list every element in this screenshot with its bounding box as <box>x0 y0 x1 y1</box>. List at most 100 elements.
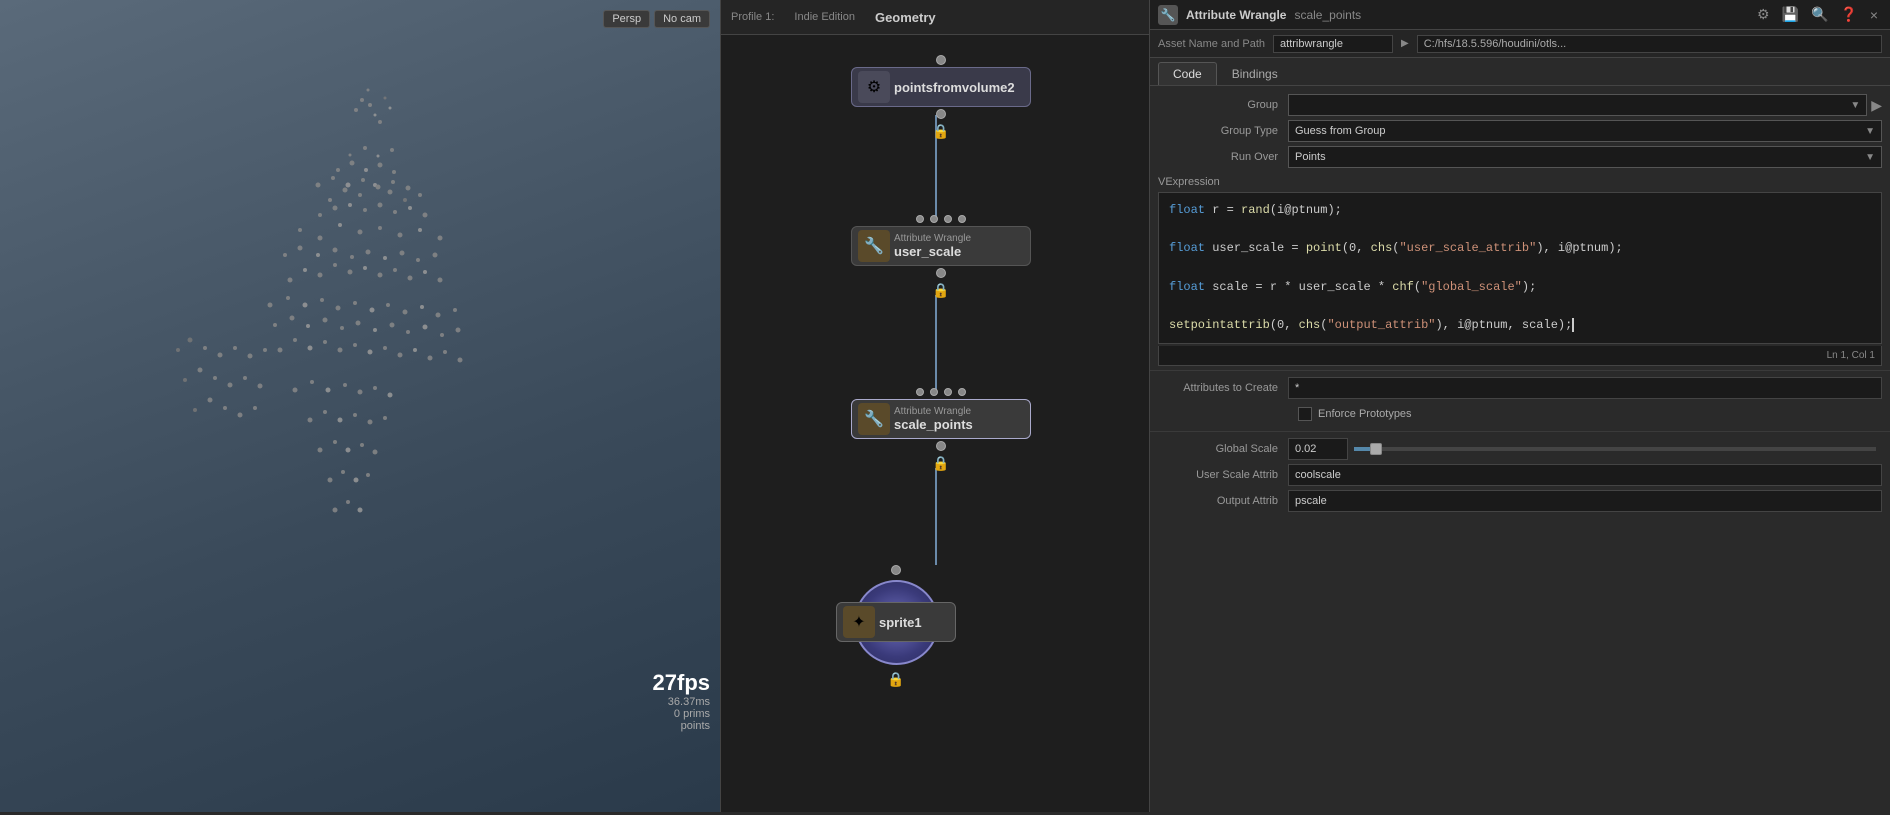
node-output-connector <box>936 441 946 451</box>
output-attrib-row: Output Attrib <box>1150 488 1890 514</box>
rph-node-name: scale_points <box>1294 8 1361 22</box>
close-action-button[interactable]: × <box>1866 4 1882 25</box>
global-scale-input[interactable] <box>1288 438 1348 460</box>
code-editor[interactable]: float r = rand(i@ptnum); float user_scal… <box>1158 192 1882 344</box>
output-attrib-label: Output Attrib <box>1158 495 1288 507</box>
points-display: points <box>653 720 710 732</box>
run-over-dropdown[interactable]: Points ▼ <box>1288 146 1882 168</box>
geometry-type-label: Geometry <box>875 10 936 25</box>
node-output-connector <box>936 268 946 278</box>
node-label-group: sprite1 <box>879 615 922 630</box>
node-input-connector <box>936 55 946 65</box>
properties-area: Group ▼ ▶ Group Type Guess from Group ▼ … <box>1150 86 1890 812</box>
node-input-connector <box>916 388 924 396</box>
profile-label: Profile 1: <box>731 11 774 23</box>
node-name: scale_points <box>894 417 973 432</box>
code-line-7: setpointattrib(0, chs("output_attrib"), … <box>1169 316 1871 335</box>
code-line-4 <box>1169 259 1871 278</box>
enforce-prototypes-row: Enforce Prototypes <box>1150 401 1890 427</box>
node-lock-icon: 🔒 <box>932 455 949 472</box>
node-label-group: Attribute Wrangle user_scale <box>894 233 971 259</box>
tab-bindings[interactable]: Bindings <box>1217 62 1293 85</box>
attrs-to-create-value <box>1288 377 1882 399</box>
enforce-prototypes-label: Enforce Prototypes <box>1318 408 1412 420</box>
settings-action-button[interactable]: ⚙ <box>1753 4 1774 25</box>
group-dropdown-arrow: ▼ <box>1850 100 1860 111</box>
vexpression-label-row: VExpression <box>1150 170 1890 190</box>
fps-display: 27fps <box>653 670 710 696</box>
rph-node-type: Attribute Wrangle <box>1186 8 1286 22</box>
search-action-button[interactable]: 🔍 <box>1807 4 1832 25</box>
node-lock-icon: 🔒 <box>932 282 949 299</box>
node-name: user_scale <box>894 244 971 259</box>
tab-code[interactable]: Code <box>1158 62 1217 85</box>
output-attrib-value <box>1288 490 1882 512</box>
node-type: Attribute Wrangle <box>894 406 973 417</box>
node-input-connector <box>891 565 901 575</box>
enforce-prototypes-checkbox[interactable] <box>1298 407 1312 421</box>
group-type-dropdown[interactable]: Guess from Group ▼ <box>1288 120 1882 142</box>
node-user-scale[interactable]: 🔧 Attribute Wrangle user_scale 🔒 <box>851 215 1031 299</box>
separator <box>1150 370 1890 371</box>
global-scale-slider-fill <box>1354 447 1370 451</box>
global-scale-slider-thumb[interactable] <box>1370 443 1382 455</box>
save-action-button[interactable]: 💾 <box>1778 4 1803 25</box>
tabs-row: Code Bindings <box>1150 58 1890 86</box>
code-line-3: float user_scale = point(0, chs("user_sc… <box>1169 239 1871 258</box>
attrs-to-create-row: Attributes to Create <box>1150 375 1890 401</box>
node-input-connector <box>944 388 952 396</box>
node-input-connector <box>944 215 952 223</box>
persp-button[interactable]: Persp <box>603 10 650 28</box>
viewport-panel: Persp No cam 27fps 36.37ms 0 prims point… <box>0 0 720 812</box>
group-value: ▼ ▶ <box>1288 94 1882 116</box>
user-scale-attrib-value <box>1288 464 1882 486</box>
rph-left: 🔧 Attribute Wrangle scale_points <box>1158 5 1361 25</box>
camera-button[interactable]: No cam <box>654 10 710 28</box>
node-lock-icon: 🔒 <box>932 123 949 140</box>
code-line-5: float scale = r * user_scale * chf("glob… <box>1169 278 1871 297</box>
code-line-6 <box>1169 297 1871 316</box>
group-row: Group ▼ ▶ <box>1150 92 1890 118</box>
node-icon: 🔧 <box>858 403 890 435</box>
ms-display: 36.37ms <box>653 696 710 708</box>
group-type-value: Guess from Group ▼ <box>1288 120 1882 142</box>
separator2 <box>1150 431 1890 432</box>
node-icon: ✦ <box>843 606 875 638</box>
attrs-to-create-label: Attributes to Create <box>1158 382 1288 394</box>
group-type-row: Group Type Guess from Group ▼ <box>1150 118 1890 144</box>
user-scale-attrib-input[interactable] <box>1288 464 1882 486</box>
node-type-icon: 🔧 <box>1158 5 1178 25</box>
node-pointsfromvolume2[interactable]: ⚙ pointsfromvolume2 🔒 <box>851 55 1031 140</box>
node-scale-points[interactable]: 🔧 Attribute Wrangle scale_points 🔒 <box>851 388 1031 472</box>
help-action-button[interactable]: ❓ <box>1836 4 1861 25</box>
node-name: pointsfromvolume2 <box>894 80 1015 95</box>
global-scale-label: Global Scale <box>1158 443 1288 455</box>
asset-name-input[interactable] <box>1273 35 1393 53</box>
node-input-connector <box>958 388 966 396</box>
node-graph-panel: Profile 1: Indie Edition Geometry ⚙ poin… <box>720 0 1150 812</box>
right-panel-header: 🔧 Attribute Wrangle scale_points ⚙ 💾 🔍 ❓… <box>1150 0 1890 30</box>
group-type-text: Guess from Group <box>1295 125 1385 137</box>
group-expand-icon[interactable]: ▶ <box>1871 97 1882 114</box>
node-label-group: pointsfromvolume2 <box>894 80 1015 95</box>
user-scale-attrib-row: User Scale Attrib <box>1150 462 1890 488</box>
node-sprite1[interactable]: ✦ sprite1 🔒 <box>851 565 941 688</box>
right-panel: 🔧 Attribute Wrangle scale_points ⚙ 💾 🔍 ❓… <box>1150 0 1890 812</box>
node-type: Attribute Wrangle <box>894 233 971 244</box>
global-scale-slider-track[interactable] <box>1354 447 1876 451</box>
run-over-row: Run Over Points ▼ <box>1150 144 1890 170</box>
vexpression-label: VExpression <box>1158 176 1220 188</box>
run-over-label: Run Over <box>1158 151 1288 163</box>
node-icon: ⚙ <box>858 71 890 103</box>
asset-arrow-icon: ▶ <box>1401 38 1409 49</box>
editor-statusbar: Ln 1, Col 1 <box>1158 346 1882 366</box>
asset-name-label: Asset Name and Path <box>1158 38 1265 50</box>
asset-path-input[interactable] <box>1417 35 1882 53</box>
output-attrib-input[interactable] <box>1288 490 1882 512</box>
group-dropdown[interactable]: ▼ <box>1288 94 1867 116</box>
node-label-group: Attribute Wrangle scale_points <box>894 406 973 432</box>
attrs-to-create-input[interactable] <box>1288 377 1882 399</box>
rph-actions: ⚙ 💾 🔍 ❓ × <box>1753 4 1882 25</box>
viewport-stats: 27fps 36.37ms 0 prims points <box>653 670 710 732</box>
node-input-connector <box>930 388 938 396</box>
